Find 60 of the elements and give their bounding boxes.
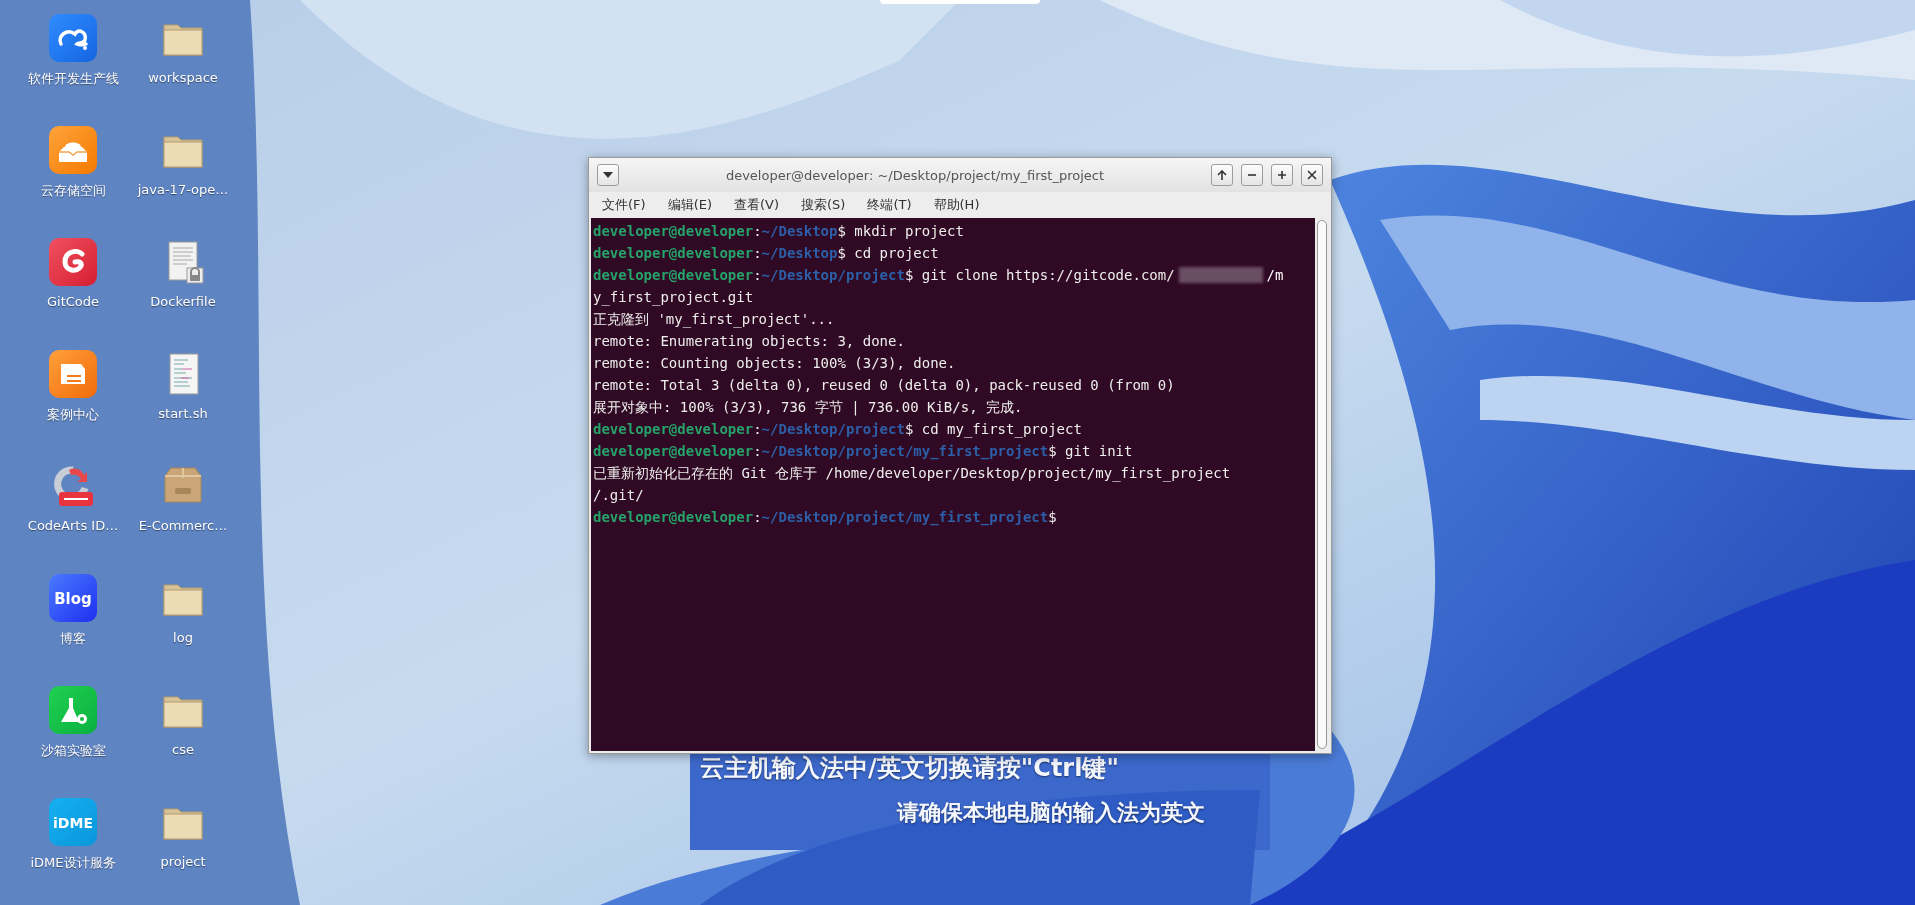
menu-item[interactable]: 终端(T) (858, 194, 921, 216)
icon-label[interactable]: GitCode (46, 294, 100, 309)
prompt-colon: : (753, 266, 762, 285)
prompt-path: ~/Desktop/project/my_first_project (761, 508, 1049, 528)
prompt-user: developer@developer (593, 244, 754, 263)
prompt-user: developer@developer (593, 222, 754, 241)
prompt-user: developer@developer (593, 420, 754, 439)
icon-label[interactable]: 沙箱实验室 (40, 742, 106, 760)
menu-item[interactable]: 帮助(H) (924, 194, 989, 216)
command-text: $ git init (1048, 442, 1133, 461)
icon-label[interactable]: Dockerfile (150, 294, 216, 309)
command-text: $ cd my_first_project (904, 420, 1082, 440)
icon-label[interactable]: cse (172, 742, 194, 757)
output-text: y_first_project.git (593, 288, 754, 308)
prompt-user: developer@developer (593, 266, 754, 285)
menu-item[interactable]: 文件(F) (593, 194, 655, 216)
command-text: $ mkdir project (837, 222, 964, 241)
icon-label[interactable]: workspace (148, 70, 218, 85)
icon-label[interactable]: java-17-ope… (137, 182, 229, 197)
menu-item[interactable]: 搜索(S) (792, 194, 855, 216)
prompt-path: ~/Desktop (761, 244, 838, 263)
output-text: remote: Enumerating objects: 3, done. (593, 332, 905, 351)
notice-text: 云主机输入法中/英文切换请按"Ctrl键" (700, 753, 1119, 784)
prompt-path: ~/Desktop/project (761, 266, 905, 285)
output-text: /.git/ (593, 486, 644, 505)
command-text: /m (1266, 266, 1284, 285)
prompt-colon: : (753, 420, 762, 439)
menu-item[interactable]: 编辑(E) (658, 194, 721, 216)
prompt-user: developer@developer (593, 442, 754, 461)
prompt-colon: : (753, 244, 762, 263)
prompt-user: developer@developer (593, 508, 754, 527)
icon-label[interactable]: 云存储空间 (40, 182, 106, 200)
prompt-path: ~/Desktop/project/my_first_project (761, 442, 1049, 462)
notice-text: 请确保本地电脑的输入法为英文 (897, 799, 1205, 827)
command-text: $ (1048, 508, 1057, 527)
blog-icon: Blog (49, 574, 97, 622)
output-text: 展开对象中: 100% (3/3), 736 字节 | 736.00 KiB/s, 完成. (593, 398, 1023, 418)
icon-label[interactable]: 软件开发生产线 (27, 70, 119, 88)
prompt-colon: : (753, 222, 762, 241)
output-text: 已重新初始化已存在的 Git 仓库于 /home/developer/Desktop/project/my_first_project (593, 464, 1231, 484)
prompt-path: ~/Desktop (761, 222, 838, 241)
icon-label[interactable]: project (160, 854, 206, 869)
icon-label[interactable]: 案例中心 (47, 406, 99, 424)
command-text: $ cd project (837, 244, 939, 263)
output-text: 正克隆到 'my_first_project'... (593, 310, 835, 330)
icon-label[interactable]: CodeArts ID… (27, 518, 119, 533)
command-text: $ git clone https://gitcode.com/ (904, 266, 1175, 285)
prompt-colon: : (753, 508, 762, 527)
prompt-path: ~/Desktop/project (761, 420, 905, 439)
icon-label[interactable]: iDME设计服务 (30, 854, 116, 872)
icon-label[interactable]: 博客 (60, 630, 86, 648)
window-title: developer@developer: ~/Desktop/project/my_first_project (724, 167, 1106, 183)
app-logo-icon: iDME (49, 798, 97, 846)
menu-item[interactable]: 查看(V) (725, 194, 789, 216)
prompt-colon: : (753, 442, 762, 461)
output-text: remote: Counting objects: 100% (3/3), done. (593, 354, 956, 373)
icon-label[interactable]: start.sh (158, 406, 208, 421)
icon-label[interactable]: E-Commerc… (138, 518, 228, 533)
icon-label[interactable]: log (173, 630, 193, 645)
output-text: remote: Total 3 (delta 0), reused 0 (delta 0), pack-reused 0 (from 0) (593, 376, 1175, 395)
